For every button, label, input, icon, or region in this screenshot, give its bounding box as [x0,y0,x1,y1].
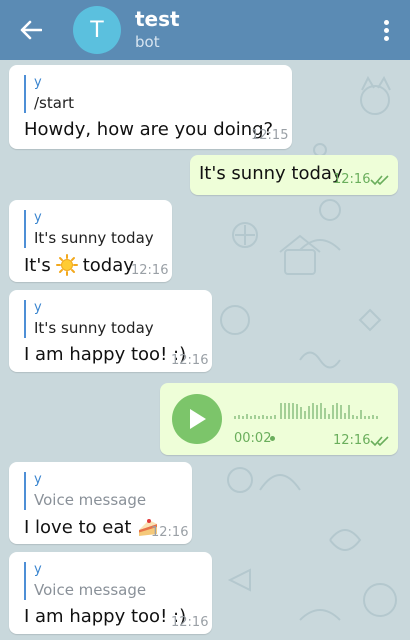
reply-preview[interactable]: y It's sunny today [24,300,154,338]
chat-subtitle: bot [135,33,160,51]
voice-duration: 00:02 [234,431,272,446]
avatar-letter: T [90,17,104,43]
message-text: I love to eat [24,516,159,538]
more-menu-button[interactable] [376,14,396,46]
voice-message-bubble[interactable]: 00:02 12:16 [160,383,398,455]
message-text-after: today [82,254,134,276]
message-time: 12:16 [171,615,209,630]
voice-waveform[interactable] [234,401,384,419]
reply-text: It's sunny today [34,229,154,247]
reply-text: /start [34,94,74,112]
double-check-icon [370,175,389,186]
reply-preview[interactable]: y Voice message [24,472,146,510]
arrow-left-icon [20,20,42,40]
avatar[interactable]: T [73,6,121,54]
message-time: 12:15 [251,128,289,143]
reply-sender: y [34,300,42,315]
play-icon [190,409,206,429]
reply-sender: y [34,210,42,225]
message-time: 12:16 [333,433,371,448]
more-vertical-icon [383,19,389,25]
message-bubble-outgoing[interactable]: It's sunny today 12:16 [190,155,398,195]
message-bubble-incoming[interactable]: y Voice message I love to eat 12:16 [9,462,192,544]
reply-preview[interactable]: y /start [24,75,74,113]
message-text: Howdy, how are you doing? [24,119,274,140]
reply-text: Voice message [34,581,147,599]
reply-text: Voice message [34,491,147,509]
play-button[interactable] [172,394,222,444]
reply-preview[interactable]: y It's sunny today [24,210,154,248]
message-text: I am happy too! :) [24,606,187,627]
unplayed-dot [270,436,275,441]
chat-area[interactable]: y /start Howdy, how are you doing? 12:15… [0,60,410,640]
message-bubble-incoming[interactable]: y /start Howdy, how are you doing? 12:15 [9,65,292,149]
message-text: I am happy too! :) [24,344,187,365]
reply-text: It's sunny today [34,319,154,337]
sun-icon [55,254,78,276]
message-time: 12:16 [333,172,371,187]
message-text-before: It's [24,254,51,276]
back-button[interactable] [14,14,48,46]
message-bubble-incoming[interactable]: y It's sunny today It's today 12:16 [9,200,172,282]
reply-preview[interactable]: y Voice message [24,562,146,600]
message-time: 12:16 [171,353,209,368]
double-check-icon [370,436,389,447]
reply-sender: y [34,75,42,90]
message-text-body: I love to eat [24,516,132,538]
chat-header: T test bot [0,0,410,60]
message-time: 12:16 [131,263,169,278]
message-bubble-incoming[interactable]: y It's sunny today I am happy too! :) 12… [9,290,212,372]
message-text: It's today [24,254,134,276]
reply-sender: y [34,472,42,487]
reply-sender: y [34,562,42,577]
chat-title[interactable]: test [135,7,180,31]
message-text: It's sunny today [199,163,343,184]
message-time: 12:16 [151,525,189,540]
message-bubble-incoming[interactable]: y Voice message I am happy too! :) 12:16 [9,552,212,634]
